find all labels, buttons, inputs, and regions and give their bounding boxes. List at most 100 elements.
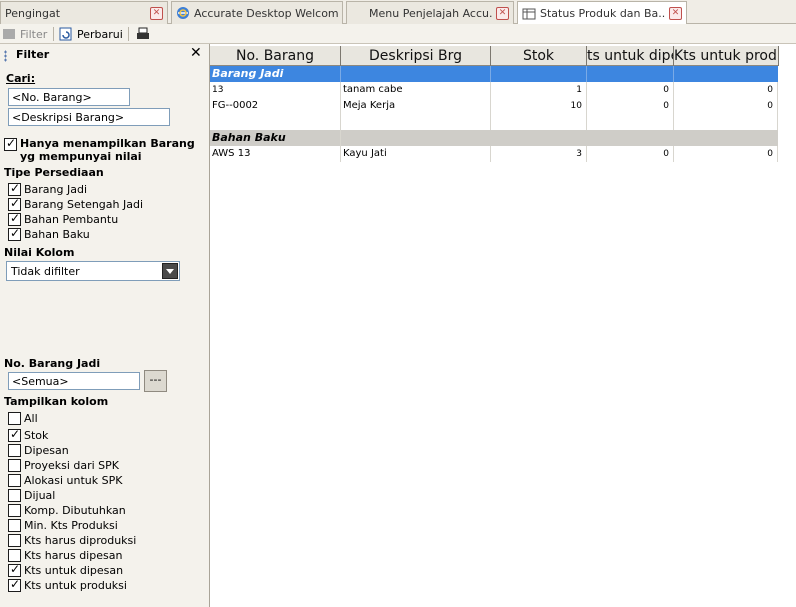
column-text: Stok [24,429,49,442]
column-text: Min. Kts Produksi [24,519,118,532]
print-button[interactable] [136,26,154,42]
column-value-select[interactable]: Tidak difilter [6,261,180,281]
checkbox-box[interactable] [8,504,21,517]
column-checkbox[interactable]: Min. Kts Produksi [8,519,118,532]
column-checkbox-all[interactable]: All [8,412,38,425]
close-icon[interactable]: ✕ [496,6,509,20]
close-icon[interactable]: ✕ [150,6,163,20]
checkbox-box[interactable] [8,549,21,562]
empty-cell [491,114,587,130]
cell-qty-production: 0 [674,98,778,114]
drag-handle-icon[interactable] [4,50,7,62]
checkbox-box[interactable] [8,489,21,502]
checkbox-box[interactable] [8,226,21,241]
only-with-value-line1: Hanya menampilkan Barang [20,137,195,150]
checkbox-box[interactable] [8,562,21,577]
search-item-number-input[interactable]: <No. Barang> [8,88,130,106]
tab-label: Status Produk dan Ba... [540,7,665,20]
only-with-value-checkbox[interactable]: Hanya menampilkan Barang yg mempunyai ni… [4,136,195,163]
tab-status-produk[interactable]: Status Produk dan Ba... ✕ [517,1,687,25]
column-header[interactable]: Deskripsi Brg [341,46,491,66]
column-text: Kts harus diproduksi [24,534,137,547]
column-text: Kts untuk produksi [24,579,127,592]
column-header[interactable]: Kts untuk produksi [674,46,779,66]
table-row[interactable]: 13 tanam cabe 1 0 0 [210,82,778,98]
column-header[interactable]: Stok [491,46,587,66]
column-checkbox[interactable]: Kts harus diproduksi [8,534,136,547]
group-name: Barang Jadi [210,66,341,82]
only-with-value-line2: yg mempunyai nilai [20,150,142,163]
close-icon[interactable]: ✕ [669,7,682,20]
stock-type-text: Barang Jadi [24,183,88,196]
column-checkbox[interactable]: Proyeksi dari SPK [8,459,119,472]
checkbox-box[interactable] [8,181,21,196]
column-header[interactable]: No. Barang [210,46,341,66]
group-row-barang-jadi[interactable]: Barang Jadi [210,66,778,82]
tab-welcome[interactable]: Accurate Desktop Welcome... [171,1,343,24]
column-checkbox[interactable]: Alokasi untuk SPK [8,474,122,487]
tab-menu-penjelajah[interactable]: Menu Penjelajah Accu... ✕ [346,1,514,24]
table-icon [522,8,536,19]
close-icon[interactable]: ✕ [190,45,202,61]
checkbox-box[interactable] [8,519,21,532]
checkbox-box[interactable] [8,412,21,425]
chevron-down-icon[interactable] [162,263,178,279]
column-checkbox[interactable]: Kts untuk produksi [8,577,127,592]
checkbox-box[interactable] [8,196,21,211]
finished-item-input[interactable]: <Semua> [8,372,140,390]
filter-button[interactable]: Filter [2,26,47,42]
stock-type-text: Barang Setengah Jadi [24,198,144,211]
column-checkbox[interactable]: Kts untuk dipesan [8,562,124,577]
empty-cell [587,114,674,130]
cell-qty-order: 0 [587,146,674,162]
empty-cell [341,114,491,130]
cell-item-number: AWS 13 [210,146,341,162]
column-text: Kts harus dipesan [24,549,123,562]
column-checkbox[interactable]: Kts harus dipesan [8,549,122,562]
column-text: Kts untuk dipesan [24,564,124,577]
checkbox-box[interactable] [8,577,21,592]
cell-description: tanam cabe [341,82,491,98]
refresh-icon [59,27,72,41]
empty-cell [210,114,341,130]
cell-stock: 3 [491,146,587,162]
checkbox-box[interactable] [8,534,21,547]
column-checkbox[interactable]: Stok [8,427,49,442]
table-row[interactable]: AWS 13 Kayu Jati 3 0 0 [210,146,778,162]
search-description-input[interactable]: <Deskripsi Barang> [8,108,170,126]
column-text: Proyeksi dari SPK [24,459,120,472]
data-grid: No. Barang Deskripsi Brg Stok ts untuk d… [210,44,796,607]
checkbox-box[interactable] [8,211,21,226]
stock-type-checkbox[interactable]: Barang Jadi [8,181,88,196]
tab-pengingat[interactable]: Pengingat ✕ [0,1,168,24]
checkbox-box[interactable] [8,444,21,457]
search-label: Cari: [6,72,36,85]
checkbox-box[interactable] [8,474,21,487]
column-header[interactable]: ts untuk dipes [587,46,674,66]
stock-type-text: Bahan Baku [24,228,90,241]
stock-type-label: Tipe Persediaan [4,166,104,179]
stock-type-checkbox[interactable]: Bahan Baku [8,226,90,241]
column-checkbox[interactable]: Dijual [8,489,55,502]
stock-type-checkbox[interactable]: Barang Setengah Jadi [8,196,144,211]
checkbox-box[interactable] [8,427,21,442]
column-checkbox[interactable]: Komp. Dibutuhkan [8,504,126,517]
filter-panel-title: Filter [16,48,50,61]
refresh-button[interactable]: Perbarui [59,26,123,42]
group-row-bahan-baku[interactable]: Bahan Baku [210,130,778,146]
checkbox-box[interactable] [4,136,17,151]
cell-qty-production: 0 [674,82,778,98]
grid-header: No. Barang Deskripsi Brg Stok ts untuk d… [210,46,779,66]
table-row[interactable]: FG--0002 Meja Kerja 10 0 0 [210,98,778,114]
browse-button[interactable]: --- [144,370,167,392]
column-checkbox[interactable]: Dipesan [8,444,69,457]
checkbox-box[interactable] [8,459,21,472]
cell-item-number: FG--0002 [210,98,341,114]
stock-type-checkbox[interactable]: Bahan Pembantu [8,211,118,226]
tab-bar: Pengingat ✕ Accurate Desktop Welcome... … [0,0,796,25]
empty-cell [674,114,778,130]
column-value-label: Nilai Kolom [4,246,75,259]
column-text: Komp. Dibutuhkan [24,504,126,517]
cell-item-number: 13 [210,82,341,98]
finished-item-label: No. Barang Jadi [4,357,101,370]
